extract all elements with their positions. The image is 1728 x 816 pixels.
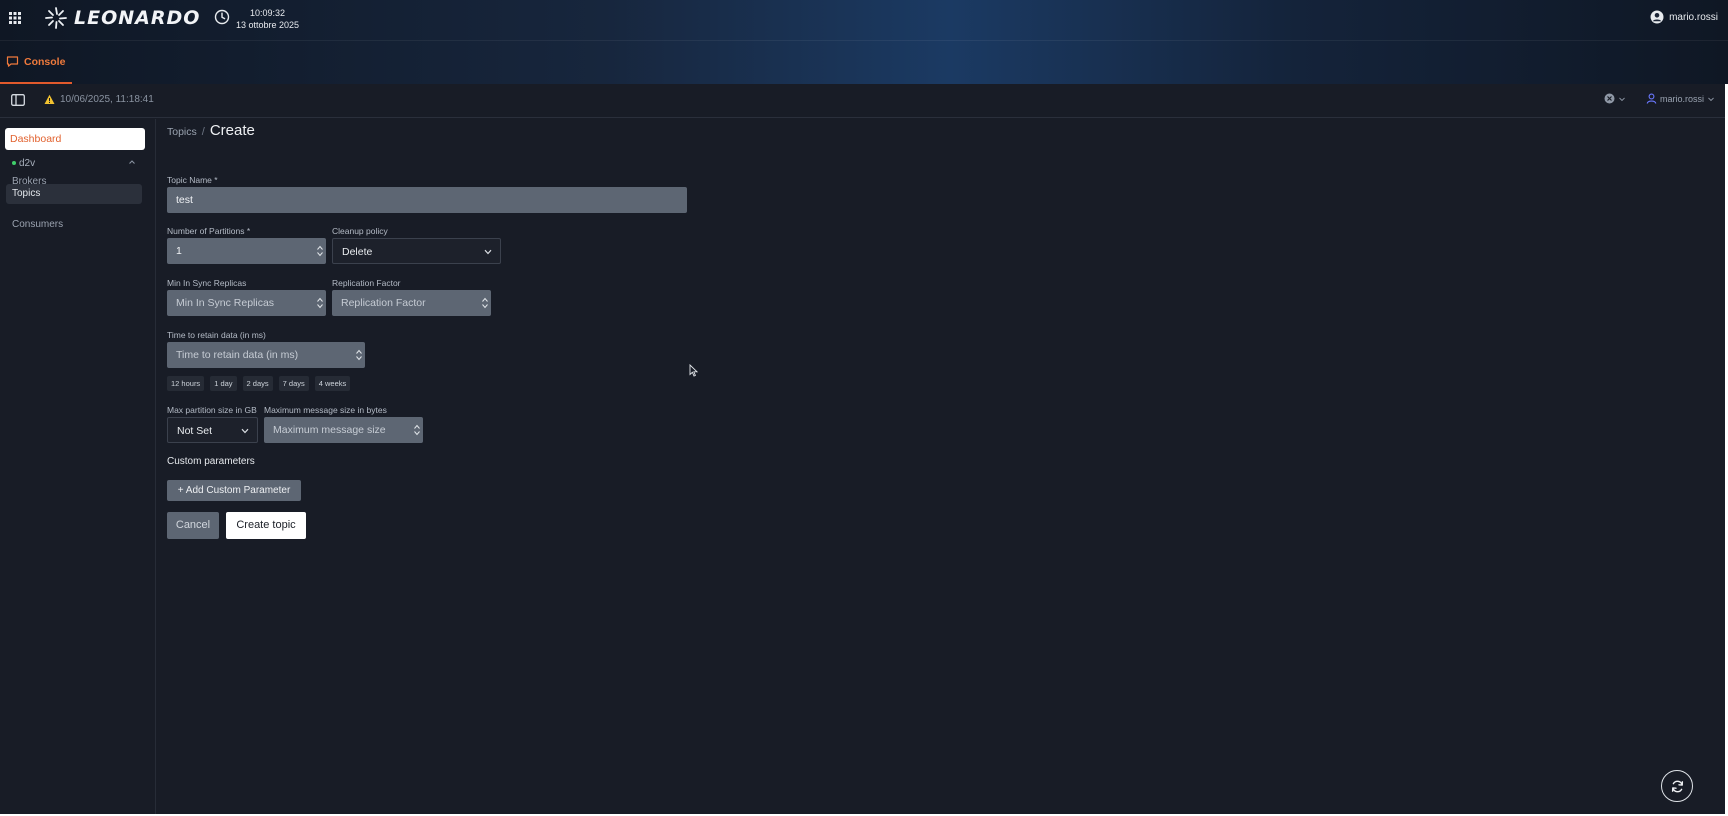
retention-label: Time to retain data (in ms) (167, 330, 266, 340)
preset-4-weeks[interactable]: 4 weeks (314, 376, 351, 391)
breadcrumb: Topics / Create (167, 122, 255, 139)
sidebar-item-topics[interactable]: Topics (6, 184, 142, 204)
sub-toolbar: 10/06/2025, 11:18:41 mario.rossi (0, 84, 1725, 118)
brand-logo[interactable]: LEONARDO (44, 5, 200, 31)
create-topic-button[interactable]: Create topic (226, 512, 306, 539)
brand-name: LEONARDO (74, 7, 201, 29)
replication-factor-placeholder: Replication Factor (341, 297, 426, 309)
header-username: mario.rossi (1669, 11, 1718, 23)
min-isr-placeholder: Min In Sync Replicas (176, 297, 275, 309)
header-time: 10:09:32 (250, 8, 286, 18)
online-status-dot (12, 161, 16, 165)
page-title: Create (209, 122, 255, 139)
user-circle-icon (1650, 10, 1664, 24)
app-frame: 10/06/2025, 11:18:41 mario.rossi Dashboa… (0, 84, 1725, 814)
mouse-cursor-icon (689, 364, 698, 377)
sidebar-cluster-d2v[interactable]: d2v (12, 156, 140, 170)
cleanup-policy-label: Cleanup policy (332, 226, 388, 236)
refresh-button[interactable] (1661, 770, 1693, 802)
sub-toolbar-right: mario.rossi (1604, 93, 1715, 104)
status-menu[interactable] (1604, 93, 1626, 104)
retention-placeholder: Time to retain data (in ms) (176, 349, 299, 361)
cleanup-policy-select[interactable]: Delete (332, 238, 501, 264)
panel-toggle-icon[interactable] (11, 94, 25, 106)
preset-12-hours[interactable]: 12 hours (167, 376, 205, 391)
chevron-down-icon (241, 428, 249, 434)
chevron-down-icon (484, 249, 492, 255)
breadcrumb-topics[interactable]: Topics (167, 126, 197, 138)
chat-bubble-icon (6, 56, 19, 67)
tab-console[interactable]: Console (0, 41, 72, 85)
sidebar-item-dashboard[interactable]: Dashboard (5, 128, 145, 150)
status-icon (1604, 93, 1615, 104)
cancel-button[interactable]: Cancel (167, 512, 219, 539)
sidebar-item-consumers[interactable]: Consumers (6, 215, 142, 235)
stepper-arrows-icon[interactable] (356, 349, 362, 361)
chevron-up-icon[interactable] (128, 158, 136, 166)
sidebar: Dashboard d2v Brokers Topics Consumers (0, 119, 156, 814)
clock-icon (214, 9, 230, 25)
min-isr-label: Min In Sync Replicas (167, 278, 247, 288)
header-user-menu[interactable]: mario.rossi (1650, 10, 1718, 24)
retention-input[interactable]: Time to retain data (in ms) (167, 342, 365, 368)
breadcrumb-separator: / (201, 126, 205, 138)
chevron-down-icon (1708, 97, 1714, 101)
header-datetime: 10:09:32 13 ottobre 2025 (236, 7, 299, 31)
refresh-icon (1671, 780, 1683, 792)
connection-warning: 10/06/2025, 11:18:41 (44, 94, 154, 105)
cluster-name: d2v (19, 157, 36, 169)
max-partition-label: Max partition size in GB (167, 405, 257, 415)
tab-console-label: Console (24, 55, 66, 68)
preset-2-days[interactable]: 2 days (242, 376, 273, 391)
retention-presets: 12 hours 1 day 2 days 7 days 4 weeks (167, 376, 351, 391)
partitions-input[interactable]: 1 (167, 238, 326, 264)
leonardo-mark-icon (45, 7, 67, 29)
partitions-value: 1 (176, 245, 182, 257)
warning-timestamp: 10/06/2025, 11:18:41 (60, 94, 154, 105)
replication-factor-input[interactable]: Replication Factor (332, 290, 491, 316)
top-header: LEONARDO 10:09:32 13 ottobre 2025 mario.… (0, 0, 1728, 85)
topic-name-label: Topic Name * (167, 175, 218, 185)
apps-grid-icon[interactable] (8, 11, 22, 25)
header-row: LEONARDO 10:09:32 13 ottobre 2025 mario.… (0, 0, 1728, 38)
max-message-input[interactable]: Maximum message size (264, 417, 423, 443)
partitions-label: Number of Partitions * (167, 226, 251, 236)
replication-factor-label: Replication Factor (332, 278, 401, 288)
topic-name-input[interactable]: test (167, 187, 687, 213)
add-custom-parameter-button[interactable]: + Add Custom Parameter (167, 480, 301, 501)
stepper-arrows-icon[interactable] (482, 297, 488, 309)
preset-1-day[interactable]: 1 day (210, 376, 237, 391)
preset-7-days[interactable]: 7 days (278, 376, 309, 391)
max-message-placeholder: Maximum message size (273, 424, 386, 436)
user-menu[interactable]: mario.rossi (1646, 93, 1715, 104)
warning-triangle-icon (44, 94, 55, 104)
stepper-arrows-icon[interactable] (317, 245, 323, 257)
user-icon (1646, 93, 1657, 104)
max-partition-select[interactable]: Not Set (167, 417, 258, 443)
max-partition-value: Not Set (177, 425, 213, 437)
cleanup-policy-value: Delete (342, 246, 373, 258)
header-date: 13 ottobre 2025 (236, 20, 300, 30)
stepper-arrows-icon[interactable] (317, 297, 323, 309)
app-nav: Console (0, 40, 1728, 85)
chevron-down-icon (1619, 97, 1625, 101)
min-isr-input[interactable]: Min In Sync Replicas (167, 290, 326, 316)
user-menu-label: mario.rossi (1659, 93, 1704, 104)
max-message-label: Maximum message size in bytes (264, 405, 387, 415)
custom-parameters-title: Custom parameters (167, 456, 255, 467)
stepper-arrows-icon[interactable] (414, 424, 420, 436)
